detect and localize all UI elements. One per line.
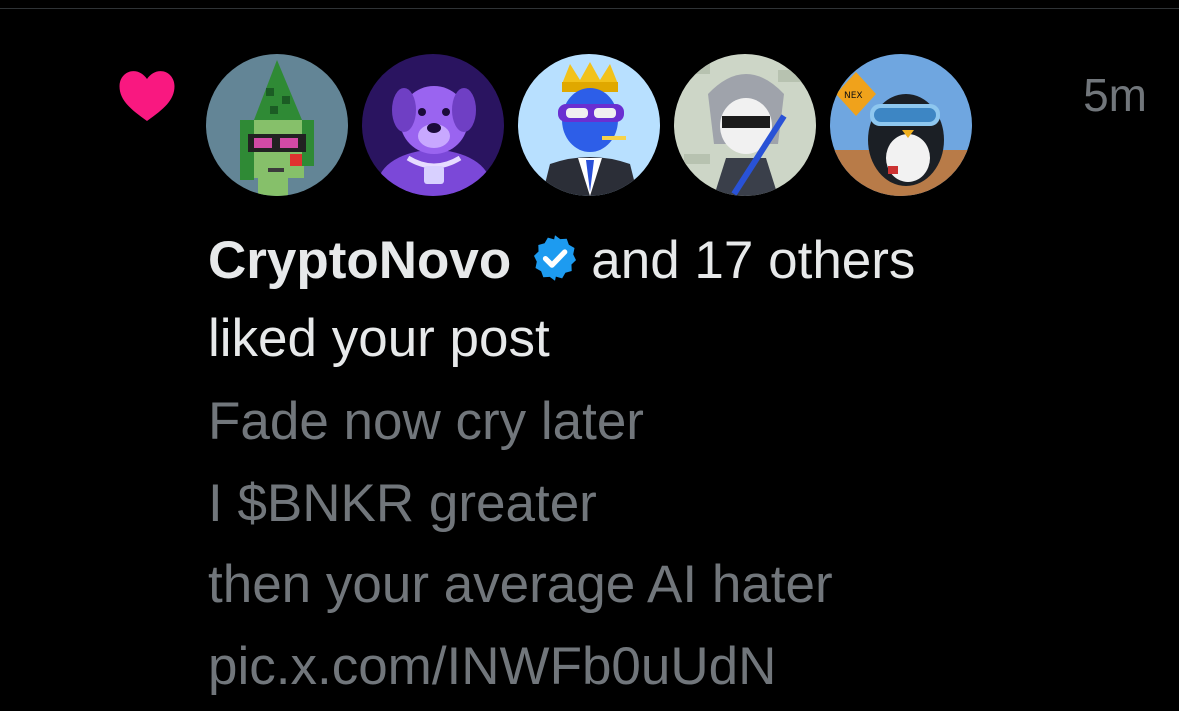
actor-line: CryptoNovo and 17 others [208,232,915,287]
top-divider [0,0,1179,9]
action-text: liked your post [208,309,550,368]
avatar-anime-character[interactable] [674,54,816,196]
verified-badge-icon [534,235,577,281]
post-text-line: then your average AI hater [208,555,833,614]
avatar-cryptonovo[interactable] [206,54,348,196]
avatar-penguin-goggles[interactable]: NEX [830,54,972,196]
avatar-purple-dog[interactable] [362,54,504,196]
post-text-line: Fade now cry later [208,392,644,451]
heart-icon [119,71,175,121]
avatar-crowned-figure[interactable] [518,54,660,196]
post-text-line: I $BNKR greater [208,474,597,533]
others-count[interactable]: and 17 others [591,231,915,290]
actor-username[interactable]: CryptoNovo [208,231,511,290]
like-notification[interactable]: NEX 5m CryptoNovo and 17 others liked yo… [0,10,1179,711]
post-media-link[interactable]: pic.x.com/INWFb0uUdN [208,640,776,693]
timestamp: 5m [1083,69,1147,121]
svg-text:NEX: NEX [844,91,863,101]
